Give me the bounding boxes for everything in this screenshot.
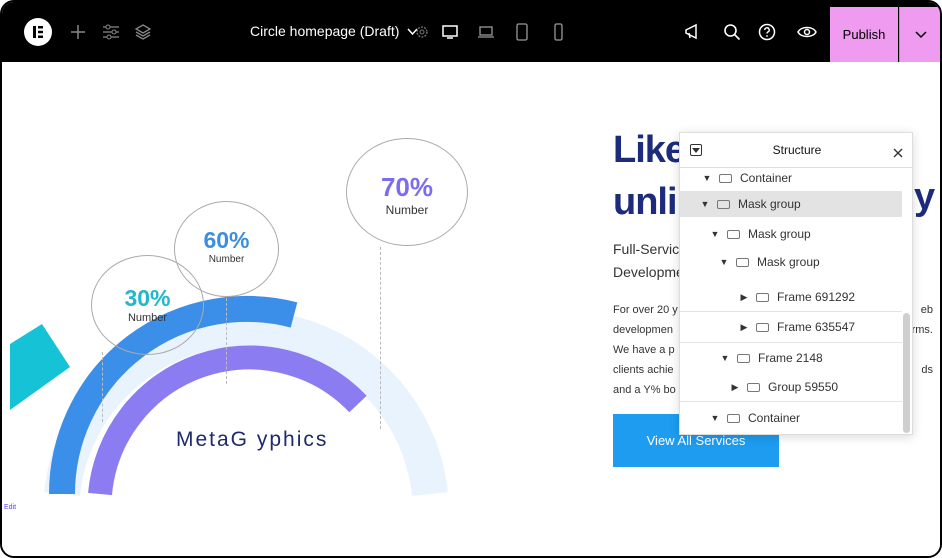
structure-item-label: Frame 635547 bbox=[777, 320, 856, 334]
brand-text: MetaG yphics bbox=[176, 428, 329, 451]
container-icon bbox=[736, 257, 749, 267]
structure-scrollbar[interactable] bbox=[903, 313, 910, 433]
structure-item-label: Group 59550 bbox=[768, 380, 839, 394]
edit-link[interactable]: Edit bbox=[4, 504, 16, 511]
structure-item[interactable]: ▼ Container bbox=[680, 165, 902, 191]
caret-down-icon[interactable]: ▼ bbox=[709, 413, 721, 423]
container-icon bbox=[719, 173, 732, 183]
publish-options-button[interactable] bbox=[899, 7, 940, 62]
structure-item-label: Mask group bbox=[738, 197, 801, 211]
structure-item-label: Mask group bbox=[748, 227, 811, 241]
structure-item-label: Container bbox=[740, 171, 793, 185]
hero-title-fragment: y bbox=[914, 176, 936, 218]
container-icon bbox=[747, 382, 760, 392]
caret-down-icon[interactable]: ▼ bbox=[701, 173, 713, 183]
stat-percent: 30% bbox=[124, 285, 171, 311]
layers-icon[interactable] bbox=[131, 20, 155, 44]
container-icon bbox=[756, 322, 769, 332]
structure-item-label: Frame 2148 bbox=[758, 351, 823, 365]
container-icon bbox=[727, 413, 740, 423]
body-line-text: We have a p bbox=[613, 344, 675, 356]
page-title: Circle homepage (Draft) bbox=[250, 23, 400, 39]
structure-panel-header: Structure bbox=[680, 133, 912, 168]
structure-item[interactable]: ▶ Frame 691292 bbox=[680, 284, 902, 310]
search-icon[interactable] bbox=[720, 20, 744, 44]
page-title-dropdown[interactable]: Circle homepage (Draft) bbox=[250, 23, 418, 39]
container-icon bbox=[756, 292, 769, 302]
chevron-down-icon bbox=[915, 30, 927, 38]
container-icon bbox=[737, 353, 750, 363]
hero-subtitle-line: Developme bbox=[613, 264, 684, 280]
structure-item-selected[interactable]: ▼ Mask group bbox=[680, 191, 902, 217]
container-icon bbox=[717, 199, 730, 209]
stat-bubble-30: 30% Number bbox=[91, 255, 204, 355]
divider bbox=[680, 342, 902, 343]
whats-new-megaphone-icon[interactable] bbox=[681, 20, 705, 44]
structure-item-label: Container bbox=[748, 411, 801, 425]
caret-right-icon[interactable]: ▶ bbox=[729, 382, 741, 393]
stat-percent: 60% bbox=[203, 227, 250, 253]
hero-subtitle-line: Full-Servic bbox=[613, 241, 680, 257]
structure-item-label: Mask group bbox=[757, 255, 820, 269]
stat-bubble-70: 70% Number bbox=[346, 138, 468, 246]
structure-panel: Structure ▼ Container ▼ Mask group ▼ Mask g… bbox=[679, 132, 913, 435]
structure-item[interactable]: ▶ Frame 635547 bbox=[680, 314, 902, 340]
editor-window: Circle homepage (Draft) Publish 70% Numb… bbox=[0, 0, 942, 558]
caret-down-icon[interactable]: ▼ bbox=[699, 199, 711, 209]
structure-panel-title: Structure bbox=[772, 143, 822, 157]
caret-down-icon[interactable]: ▼ bbox=[709, 229, 721, 239]
hero-title-line: Like bbox=[613, 129, 686, 171]
close-icon[interactable] bbox=[893, 145, 905, 158]
dashed-connector bbox=[380, 247, 381, 429]
divider bbox=[680, 311, 902, 312]
body-line-text: clients achie bbox=[613, 364, 674, 376]
dashed-connector bbox=[226, 298, 227, 384]
tablet-view-icon[interactable] bbox=[510, 20, 534, 44]
body-line-text: ds bbox=[921, 364, 933, 376]
structure-item[interactable]: ▼ Mask group bbox=[680, 221, 902, 247]
structure-item[interactable]: ▼ Container bbox=[680, 405, 902, 431]
hero-title-line: unli bbox=[613, 181, 678, 223]
caret-down-icon[interactable]: ▼ bbox=[718, 257, 730, 267]
laptop-view-icon[interactable] bbox=[474, 20, 498, 44]
divider bbox=[680, 401, 902, 402]
caret-down-icon[interactable]: ▼ bbox=[719, 353, 731, 363]
structure-item[interactable]: ▶ Group 59550 bbox=[680, 374, 902, 400]
caret-right-icon[interactable]: ▶ bbox=[738, 322, 750, 333]
desktop-view-icon[interactable] bbox=[438, 20, 462, 44]
page-settings-gear-icon[interactable] bbox=[410, 20, 434, 44]
stat-label: Number bbox=[385, 203, 429, 217]
hero-subtitle: Full-Servic Developme bbox=[613, 238, 684, 284]
hero-title: Like unli bbox=[613, 124, 686, 228]
body-line-text: rms. bbox=[911, 324, 933, 336]
structure-item[interactable]: ▼ Frame 2148 bbox=[680, 345, 902, 371]
stat-label: Number bbox=[208, 254, 245, 265]
body-line-text: and a Y% bo bbox=[613, 384, 676, 396]
body-line-text: For over 20 y bbox=[613, 304, 678, 316]
top-toolbar: Circle homepage (Draft) Publish bbox=[2, 2, 940, 62]
stat-label: Number bbox=[127, 312, 168, 324]
site-settings-icon[interactable] bbox=[99, 20, 123, 44]
help-icon[interactable] bbox=[755, 20, 779, 44]
add-element-icon[interactable] bbox=[66, 20, 90, 44]
dashed-connector bbox=[102, 352, 103, 422]
teal-decorative-shape bbox=[10, 324, 70, 410]
caret-right-icon[interactable]: ▶ bbox=[738, 292, 750, 303]
body-line-text: developmen bbox=[613, 324, 673, 336]
publish-button[interactable]: Publish bbox=[830, 7, 898, 62]
structure-item[interactable]: ▼ Mask group bbox=[680, 249, 902, 275]
container-icon bbox=[727, 229, 740, 239]
stat-percent: 70% bbox=[380, 172, 434, 202]
elementor-logo-icon[interactable] bbox=[24, 18, 52, 46]
preview-eye-icon[interactable] bbox=[795, 20, 819, 44]
structure-item-label: Frame 691292 bbox=[777, 290, 856, 304]
mobile-view-icon[interactable] bbox=[546, 20, 570, 44]
body-line-text: eb bbox=[920, 304, 933, 316]
